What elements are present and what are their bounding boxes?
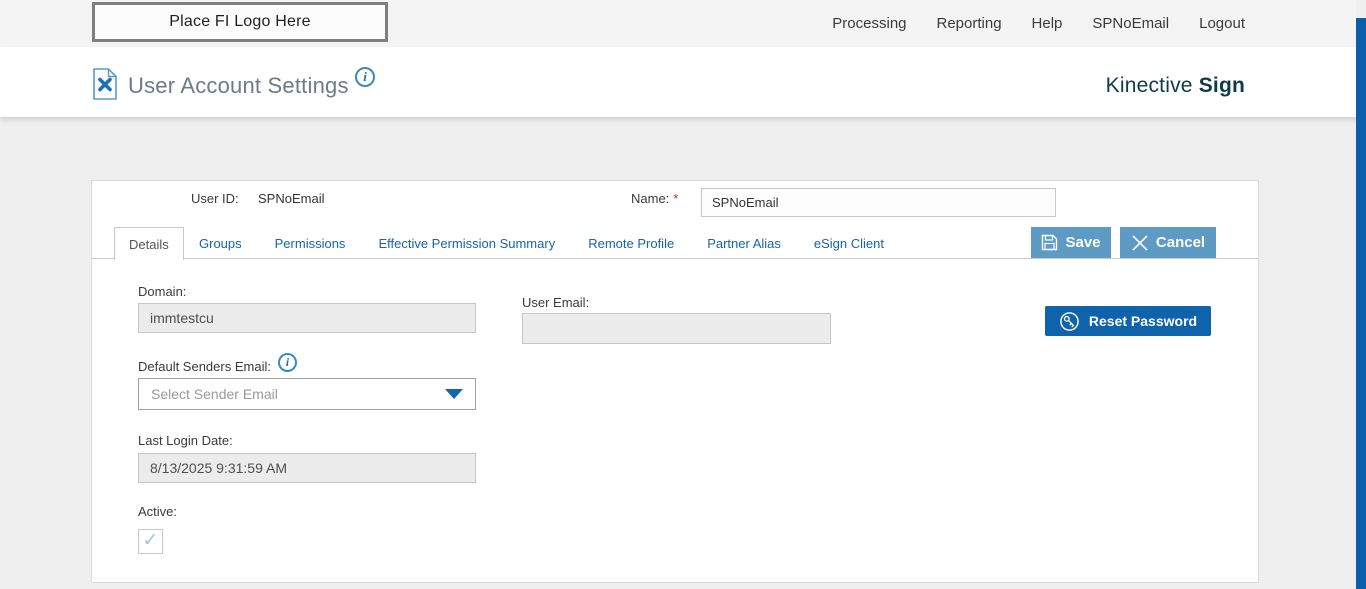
domain-field: immtestcu [138,303,476,333]
save-button[interactable]: Save [1031,227,1111,258]
topbar: Place FI Logo Here Processing Reporting … [0,0,1366,47]
tab-partner-alias[interactable]: Partner Alias [707,236,781,251]
nav-item-logout[interactable]: Logout [1199,15,1245,32]
user-email-label: User Email: [522,295,590,310]
name-label: Name: * [631,191,679,206]
default-senders-email-select[interactable]: Select Sender Email [138,378,476,410]
page-title-info-icon[interactable]: i [355,67,375,87]
active-label: Active: [138,504,178,519]
checkmark-icon: ✓ [142,530,159,551]
active-checkbox[interactable]: ✓ [138,529,163,554]
nav-item-help[interactable]: Help [1032,15,1063,32]
select-placeholder: Select Sender Email [151,386,278,402]
tab-links: Groups Permissions Effective Permission … [199,227,884,259]
brand-logo: Kinective Sign [1106,74,1245,98]
scrollbar-thumb[interactable] [1356,18,1366,589]
chevron-down-icon [445,389,463,399]
nav-item-processing[interactable]: Processing [832,15,906,32]
nav-item-reporting[interactable]: Reporting [937,15,1002,32]
brand-product: Sign [1198,74,1245,97]
tab-groups[interactable]: Groups [199,236,242,251]
last-login-date-label: Last Login Date: [138,433,233,448]
cancel-button[interactable]: Cancel [1120,227,1216,258]
default-senders-email-label: Default Senders Email: [138,359,271,374]
tab-effective-permission-summary[interactable]: Effective Permission Summary [378,236,555,251]
domain-label: Domain: [138,284,187,299]
required-asterisk: * [673,191,679,206]
user-email-field [522,313,831,344]
nav-item-username[interactable]: SPNoEmail [1092,15,1169,32]
default-senders-email-info-icon[interactable]: i [277,353,297,372]
user-id-value: SPNoEmail [258,191,325,206]
page-title: User Account Settings [128,73,349,98]
fi-logo-placeholder-text: Place FI Logo Here [169,13,311,30]
tab-permissions[interactable]: Permissions [275,236,346,251]
tab-esign-client[interactable]: eSign Client [814,236,884,251]
user-settings-card: User ID: SPNoEmail Name:* Details Groups… [91,180,1259,583]
brand-name: Kinective [1105,74,1193,97]
floppy-disk-icon [1042,234,1058,251]
tab-remote-profile[interactable]: Remote Profile [588,236,674,251]
last-login-date-field: 8/13/2025 9:31:59 AM [138,453,476,483]
save-button-label: Save [1065,234,1101,251]
document-wrench-icon [93,68,117,100]
cancel-button-label: Cancel [1155,234,1206,251]
top-navigation: Processing Reporting Help SPNoEmail Logo… [832,0,1245,47]
tab-details[interactable]: Details [114,227,184,260]
default-senders-email-label-row: Default Senders Email: i [138,353,297,374]
name-input[interactable] [701,188,1056,217]
reset-password-label: Reset Password [1088,313,1198,329]
fi-logo-placeholder: Place FI Logo Here [92,2,388,42]
close-x-icon [1132,234,1148,251]
page-header: User Account Settings i Kinective Sign [0,47,1366,117]
user-id-label: User ID: [191,191,239,206]
user-account-settings-screen: Place FI Logo Here Processing Reporting … [0,0,1366,589]
key-reset-icon [1060,311,1079,331]
reset-password-button[interactable]: Reset Password [1045,306,1211,336]
